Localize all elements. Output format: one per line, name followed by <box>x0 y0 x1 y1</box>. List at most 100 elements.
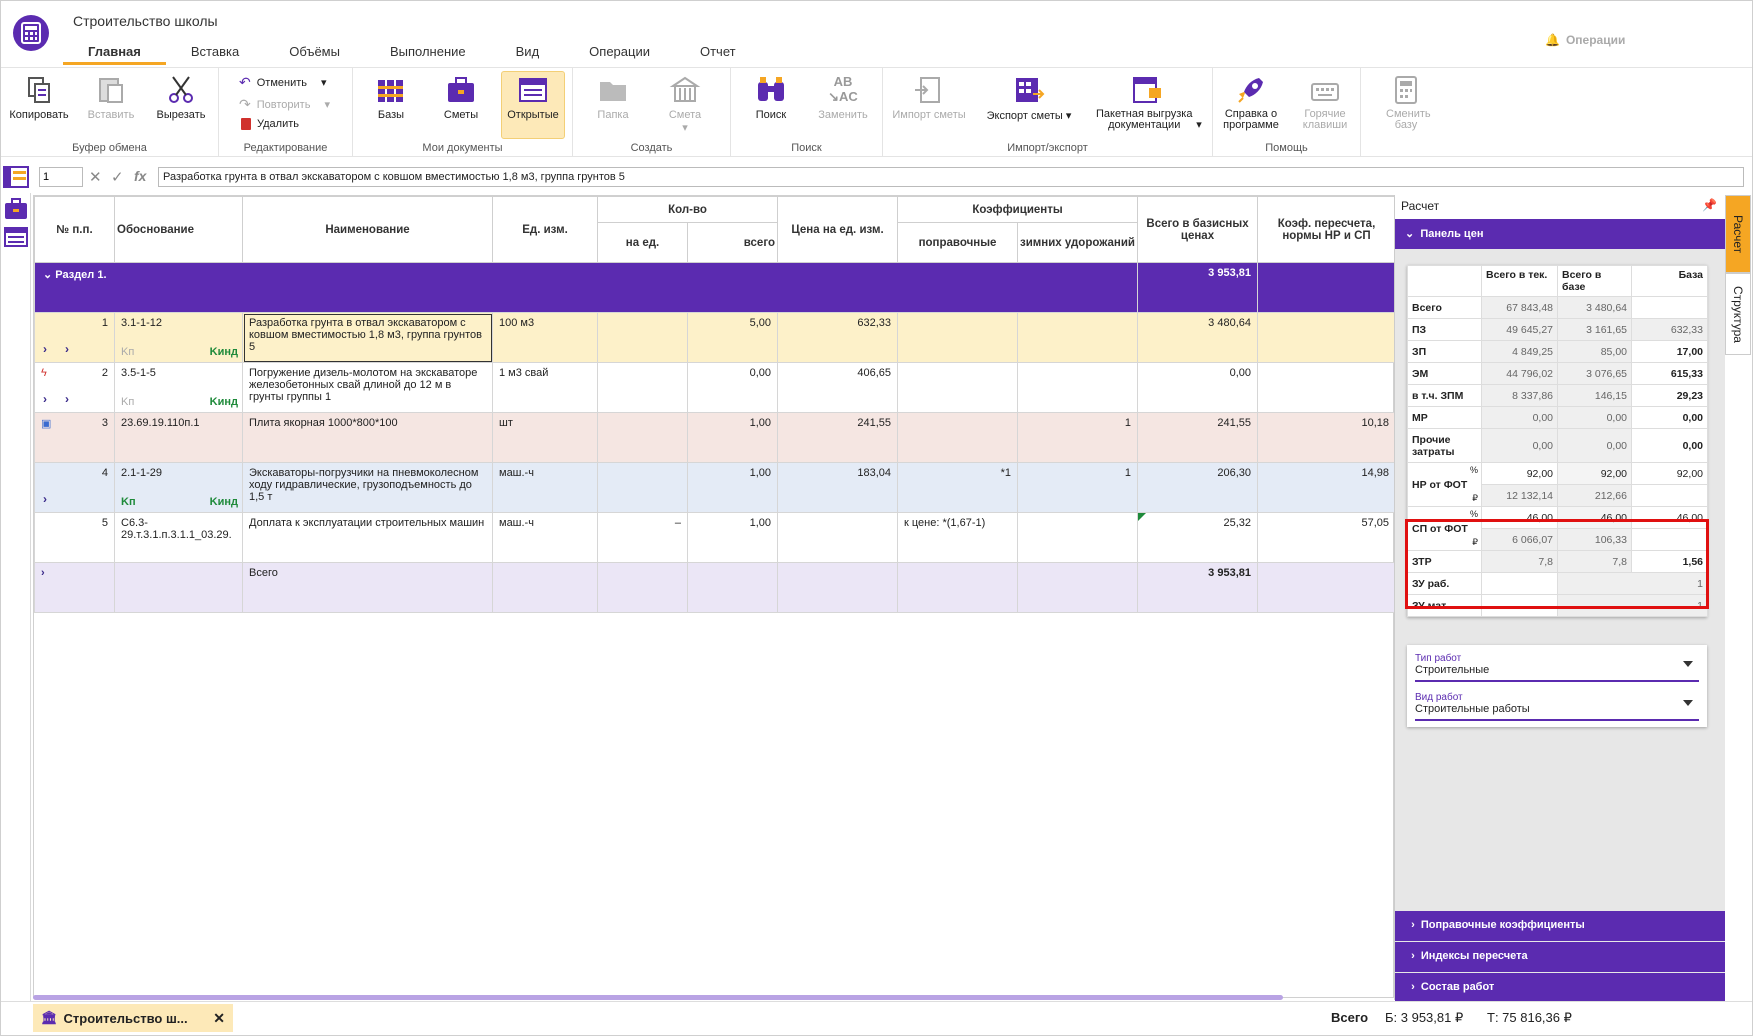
expand-chevron-icon[interactable]: › <box>43 342 47 356</box>
row-qty-all[interactable]: 1,00 <box>687 462 778 513</box>
redo-button[interactable]: ↷ Повторить ▾ <box>239 96 330 113</box>
row-coef-winter[interactable] <box>1017 362 1138 413</box>
price-row[interactable]: ЭМ 44 796,02 3 076,65 615,33 <box>1407 362 1708 385</box>
bases-button[interactable]: Базы <box>361 72 421 121</box>
tab-structure[interactable]: Структура <box>1725 273 1751 355</box>
row-coef-corr[interactable] <box>897 312 1018 363</box>
export-dropdown-icon[interactable]: ▾ <box>1066 110 1072 122</box>
row-name[interactable]: Погружение дизель-молотом на экскаваторе… <box>242 362 493 413</box>
row-qty-all[interactable]: 5,00 <box>687 312 778 363</box>
row-coef-corr[interactable]: *1 <box>897 462 1018 513</box>
estimate-dropdown-icon[interactable]: ▾ <box>655 121 715 134</box>
row-qty-per[interactable] <box>597 412 688 463</box>
tab-main[interactable]: Главная <box>63 41 166 65</box>
row-total[interactable]: 206,30 <box>1137 462 1258 513</box>
row-name[interactable]: Экскаваторы-погрузчики на пневмоколесном… <box>242 462 493 513</box>
row-qty-per[interactable] <box>597 462 688 513</box>
row-price[interactable]: 632,33 <box>777 312 898 363</box>
col-unit-header[interactable]: Ед. изм. <box>492 196 598 263</box>
import-button[interactable]: Импорт сметы <box>887 72 971 121</box>
row-recalc[interactable]: 57,05 <box>1257 512 1396 563</box>
row-total[interactable]: 0,00 <box>1137 362 1258 413</box>
close-icon[interactable]: ✕ <box>213 1010 225 1027</box>
table-row[interactable]: ▣ 3 23.69.19.110п.1 Плита якорная 1000*80… <box>34 412 1396 463</box>
row-unit[interactable]: 1 м3 свай <box>492 362 598 413</box>
redo-dropdown-icon[interactable]: ▾ <box>324 98 330 111</box>
row-basis[interactable]: С6.3-29.т.3.1.п.3.1.1_03.29. <box>114 512 243 563</box>
batch-dropdown-icon[interactable]: ▾ <box>1196 119 1202 131</box>
recalc-indexes-section[interactable]: › Индексы пересчета <box>1395 942 1725 972</box>
row-coef-winter[interactable] <box>1017 512 1138 563</box>
row-price[interactable]: 183,04 <box>777 462 898 513</box>
row-qty-all[interactable]: 0,00 <box>687 362 778 413</box>
tab-view[interactable]: Вид <box>491 41 565 65</box>
opened-button[interactable]: Открытые <box>501 71 565 139</box>
app-logo-icon[interactable] <box>13 15 49 51</box>
estimates-button[interactable]: Сметы <box>431 72 491 121</box>
price-panel-header[interactable]: ⌄ Панель цен <box>1395 219 1725 249</box>
row-coef-winter[interactable]: 1 <box>1017 462 1138 513</box>
col-name-header[interactable]: Наименование <box>242 196 493 263</box>
work-kind-select[interactable]: Вид работ Строительные работы <box>1415 690 1699 721</box>
row-price[interactable] <box>777 512 898 563</box>
expand-chevron-icon[interactable]: › <box>65 342 69 356</box>
paste-button[interactable]: Вставить <box>79 72 143 121</box>
export-button[interactable]: Экспорт сметы ▾ <box>979 72 1079 122</box>
work-composition-section[interactable]: › Состав работ <box>1395 973 1725 1003</box>
row-qty-per[interactable] <box>597 312 688 363</box>
col-coef-winter-header[interactable]: зимних удорожаний <box>1017 222 1138 263</box>
price-row[interactable]: МР 0,00 0,00 0,00 <box>1407 406 1708 429</box>
row-name[interactable]: Плита якорная 1000*800*100 <box>242 412 493 463</box>
tab-calc[interactable]: Расчет <box>1725 195 1751 273</box>
tab-execution[interactable]: Выполнение <box>365 41 491 65</box>
kp-badge[interactable]: Kп <box>121 346 134 358</box>
expand-chevron-icon[interactable]: › <box>43 392 47 406</box>
col-qty-all-header[interactable]: всего <box>687 222 778 263</box>
search-button[interactable]: Поиск <box>741 72 801 121</box>
section-row[interactable]: ⌄ Раздел 1. 3 953,81 <box>34 262 1396 313</box>
kp-badge[interactable]: Kп <box>121 396 134 408</box>
row-qty-per[interactable] <box>597 362 688 413</box>
tab-report[interactable]: Отчет <box>675 41 761 65</box>
expand-chevron-icon[interactable]: › <box>43 492 47 506</box>
row-coef-winter[interactable] <box>1017 312 1138 363</box>
kind-badge[interactable]: Kинд <box>210 346 238 358</box>
row-recalc[interactable]: 10,18 <box>1257 412 1396 463</box>
table-row[interactable]: 4 › 2.1-1-29 Kп Kинд Экскаваторы-погрузчики… <box>34 462 1396 513</box>
hotkeys-button[interactable]: Горячие клавиши <box>1293 72 1357 131</box>
expand-chevron-icon[interactable]: › <box>65 392 69 406</box>
col-qty-per-header[interactable]: на ед. <box>597 222 688 263</box>
kind-badge[interactable]: Kинд <box>210 396 238 408</box>
confirm-icon[interactable]: ✓ <box>111 168 124 186</box>
replace-button[interactable]: AB ↘AC Заменить <box>811 72 875 121</box>
col-total-header[interactable]: Всего в базисных ценах <box>1137 196 1258 263</box>
price-row[interactable]: Прочие затраты 0,00 0,00 0,00 <box>1407 428 1708 463</box>
undo-dropdown-icon[interactable]: ▾ <box>321 76 327 89</box>
row-qty-all[interactable]: 1,00 <box>687 512 778 563</box>
col-coef-corr-header[interactable]: поправочные <box>897 222 1018 263</box>
row-coef-corr[interactable] <box>897 412 1018 463</box>
operations-button[interactable]: 🔔 Операции <box>1545 33 1625 47</box>
pin-icon[interactable]: 📌 <box>1702 198 1717 212</box>
cancel-icon[interactable]: ✕ <box>89 168 102 186</box>
folder-button[interactable]: Папка <box>583 72 643 121</box>
row-coef-winter[interactable]: 1 <box>1017 412 1138 463</box>
price-row[interactable]: Всего 67 843,48 3 480,64 <box>1407 296 1708 319</box>
nr-row[interactable]: % НР от ФОТ ₽92,00 92,00 92,00 <box>1407 462 1708 507</box>
function-icon[interactable]: fx <box>134 168 146 184</box>
col-coef-header[interactable]: Коэффициенты <box>897 196 1138 223</box>
tab-insert[interactable]: Вставка <box>166 41 264 65</box>
expand-chevron-icon[interactable]: › <box>41 567 45 579</box>
row-recalc[interactable] <box>1257 312 1396 363</box>
kp-badge[interactable]: Kп <box>121 496 136 508</box>
row-total[interactable]: 3 480,64 <box>1137 312 1258 363</box>
price-row[interactable]: ПЗ 49 645,27 3 161,65 632,33 <box>1407 318 1708 341</box>
undo-button[interactable]: ↶ Отменить ▾ <box>239 74 327 91</box>
col-num-header[interactable]: № п.п. <box>34 196 115 263</box>
row-coef-corr[interactable] <box>897 362 1018 413</box>
row-recalc[interactable] <box>1257 362 1396 413</box>
row-recalc[interactable]: 14,98 <box>1257 462 1396 513</box>
row-qty-all[interactable]: 1,00 <box>687 412 778 463</box>
grid-view-icon[interactable] <box>3 165 29 189</box>
col-recalc-header[interactable]: Коэф. пересчета, нормы НР и СП <box>1257 196 1396 263</box>
